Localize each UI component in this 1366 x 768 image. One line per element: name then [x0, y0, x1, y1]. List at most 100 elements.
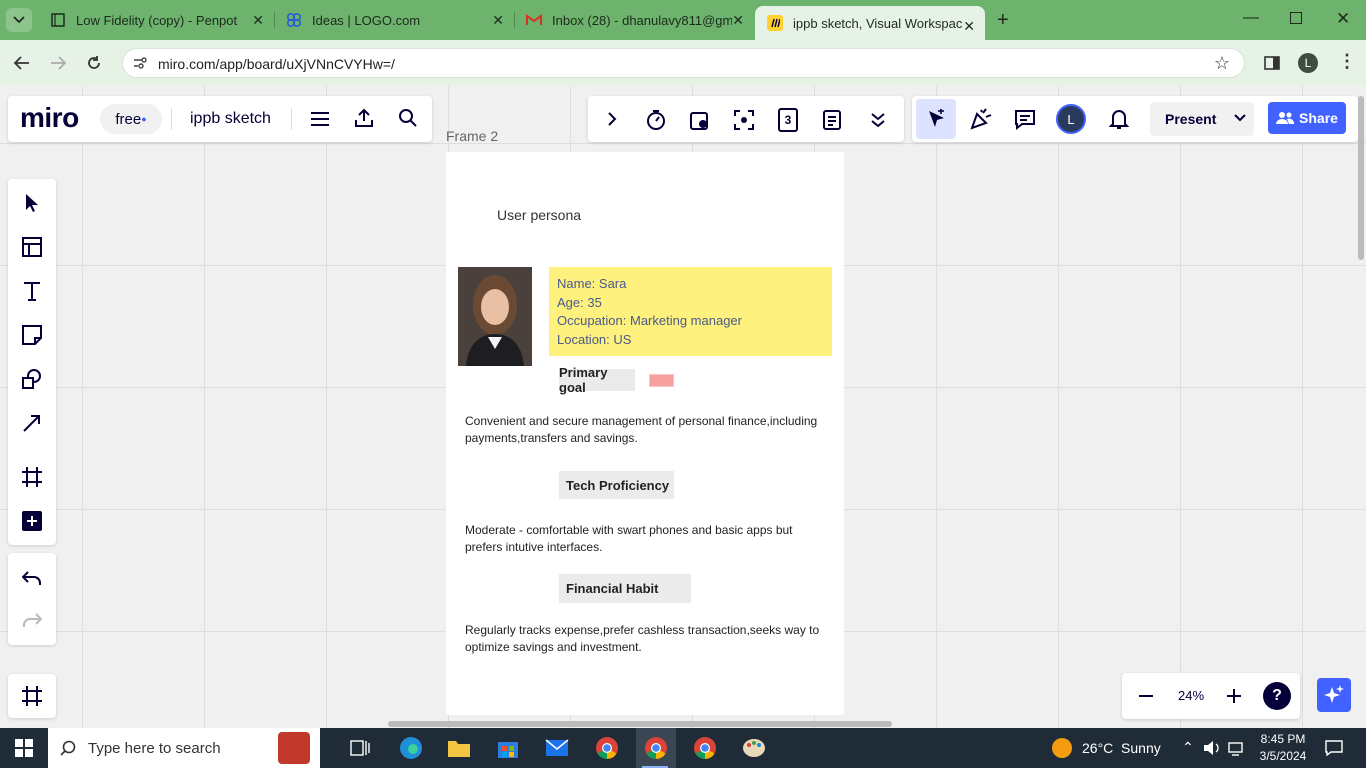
- weather-text[interactable]: 26°C Sunny: [1082, 740, 1161, 756]
- comments-button[interactable]: [1012, 106, 1038, 132]
- attention-button[interactable]: [732, 108, 756, 132]
- more-tools-button[interactable]: [866, 108, 890, 132]
- upload-icon: [355, 108, 373, 127]
- side-panel-button[interactable]: [1263, 54, 1281, 72]
- edge-app[interactable]: [397, 734, 425, 762]
- plan-badge[interactable]: free ●: [100, 104, 162, 134]
- close-icon[interactable]: ✕: [963, 18, 975, 35]
- horizontal-scrollbar[interactable]: [388, 721, 892, 727]
- tech-proficiency-text[interactable]: Moderate - comfortable with swart phones…: [465, 522, 825, 556]
- restore-button[interactable]: [1290, 12, 1302, 24]
- primary-goal-text[interactable]: Convenient and secure management of pers…: [465, 413, 825, 447]
- shapes-tool[interactable]: [20, 367, 44, 391]
- chevron-up-icon[interactable]: ⌃: [1182, 739, 1194, 756]
- cursor-icon: [26, 194, 38, 212]
- connection-line-tool[interactable]: [20, 411, 44, 435]
- chrome-profile-app[interactable]: [642, 734, 670, 762]
- tab-miro[interactable]: ippb sketch, Visual Workspace f ✕: [755, 6, 985, 40]
- text-tool[interactable]: [20, 279, 44, 303]
- search-button[interactable]: [396, 106, 420, 130]
- forward-button[interactable]: [48, 53, 68, 73]
- emoji-target-icon[interactable]: [649, 374, 674, 387]
- close-icon[interactable]: ✕: [732, 12, 744, 29]
- bookmark-star-icon[interactable]: ☆: [1214, 53, 1230, 74]
- expand-toolbar-button[interactable]: [602, 109, 622, 129]
- new-tab-button[interactable]: +: [997, 9, 1009, 32]
- frame-tool[interactable]: [20, 465, 44, 489]
- section-heading[interactable]: Primary goal: [559, 365, 635, 395]
- search-placeholder: Type here to search: [88, 740, 221, 757]
- zoom-out-button[interactable]: [1136, 686, 1156, 706]
- help-button[interactable]: ?: [1263, 682, 1291, 710]
- persona-info-sticky[interactable]: Name: Sara Age: 35 Occupation: Marketing…: [549, 267, 832, 356]
- address-bar[interactable]: miro.com/app/board/uXjVNnCVYHw=/ ☆: [122, 48, 1245, 78]
- export-button[interactable]: [352, 106, 376, 130]
- edge-icon: [400, 737, 422, 759]
- tab-penpot[interactable]: Low Fidelity (copy) - Penpot ✕: [38, 0, 274, 40]
- frame-label[interactable]: Frame 2: [446, 128, 498, 144]
- chevron-down-icon: [13, 16, 25, 24]
- persona-title[interactable]: User persona: [497, 207, 581, 223]
- weather-sun-icon[interactable]: [1052, 738, 1072, 758]
- frame-2[interactable]: User persona Name: Sara Age: 35 Occupati…: [446, 152, 844, 715]
- more-apps-button[interactable]: [22, 511, 42, 531]
- celebrate-button[interactable]: [968, 106, 994, 132]
- user-avatar[interactable]: L: [1056, 104, 1086, 134]
- notifications-button[interactable]: [1106, 106, 1132, 132]
- timer-button[interactable]: [644, 108, 668, 132]
- profile-avatar[interactable]: L: [1298, 53, 1318, 73]
- section-heading[interactable]: Tech Proficiency: [559, 471, 674, 499]
- chrome-profile-2-app[interactable]: [691, 734, 719, 762]
- voting-button[interactable]: [688, 108, 712, 132]
- site-info-icon[interactable]: [132, 55, 148, 71]
- notification-center-button[interactable]: [1324, 739, 1344, 757]
- reload-button[interactable]: [84, 53, 104, 73]
- task-view-button[interactable]: [346, 734, 374, 762]
- reactions-button[interactable]: [916, 99, 956, 139]
- volume-icon[interactable]: [1203, 740, 1221, 756]
- paint-app[interactable]: [740, 734, 768, 762]
- chrome-app[interactable]: [593, 734, 621, 762]
- board-name[interactable]: ippb sketch: [190, 110, 271, 128]
- frames-list-button[interactable]: [20, 684, 44, 708]
- templates-tool[interactable]: [20, 235, 44, 259]
- minimize-button[interactable]: —: [1243, 9, 1259, 27]
- frames-counter-button[interactable]: 3: [778, 108, 798, 132]
- tab-gmail[interactable]: Inbox (28) - dhanulavy811@gm ✕: [514, 0, 754, 40]
- zoom-in-button[interactable]: [1224, 686, 1244, 706]
- miro-logo[interactable]: miro: [20, 102, 79, 134]
- share-button[interactable]: Share: [1268, 102, 1346, 134]
- redo-button[interactable]: [20, 609, 44, 633]
- section-heading[interactable]: Financial Habit: [559, 574, 691, 603]
- voting-icon: [690, 112, 708, 130]
- zoom-level[interactable]: 24%: [1178, 688, 1204, 703]
- sticky-note-tool[interactable]: [20, 323, 44, 347]
- close-icon[interactable]: ✕: [252, 12, 264, 29]
- mail-app[interactable]: [543, 734, 571, 762]
- tab-logo[interactable]: Ideas | LOGO.com ✕: [274, 0, 514, 40]
- back-button[interactable]: [12, 53, 32, 73]
- window-close-button[interactable]: ✕: [1336, 9, 1350, 29]
- reload-icon: [88, 56, 100, 69]
- present-button[interactable]: Present: [1165, 111, 1216, 127]
- start-button[interactable]: [12, 736, 36, 760]
- file-explorer-app[interactable]: [445, 734, 473, 762]
- notes-button[interactable]: [820, 108, 844, 132]
- network-icon[interactable]: [1228, 740, 1246, 756]
- main-menu-button[interactable]: [308, 108, 332, 130]
- clock[interactable]: 8:45 PM 3/5/2024: [1258, 731, 1308, 765]
- financial-habit-text[interactable]: Regularly tracks expense,prefer cashless…: [465, 622, 825, 656]
- close-icon[interactable]: ✕: [492, 12, 504, 29]
- undo-button[interactable]: [20, 567, 44, 591]
- store-app[interactable]: [494, 734, 522, 762]
- vertical-scrollbar[interactable]: [1358, 96, 1364, 260]
- document-icon: [823, 110, 841, 130]
- chrome-menu-button[interactable]: ⋮: [1338, 51, 1356, 72]
- select-tool[interactable]: [20, 191, 44, 215]
- tab-search-button[interactable]: [6, 8, 32, 32]
- chevron-down-icon[interactable]: [1234, 114, 1246, 122]
- taskbar-search[interactable]: Type here to search: [48, 728, 320, 768]
- persona-photo[interactable]: [458, 267, 532, 366]
- ai-assist-button[interactable]: [1317, 678, 1351, 712]
- search-icon: [60, 740, 76, 756]
